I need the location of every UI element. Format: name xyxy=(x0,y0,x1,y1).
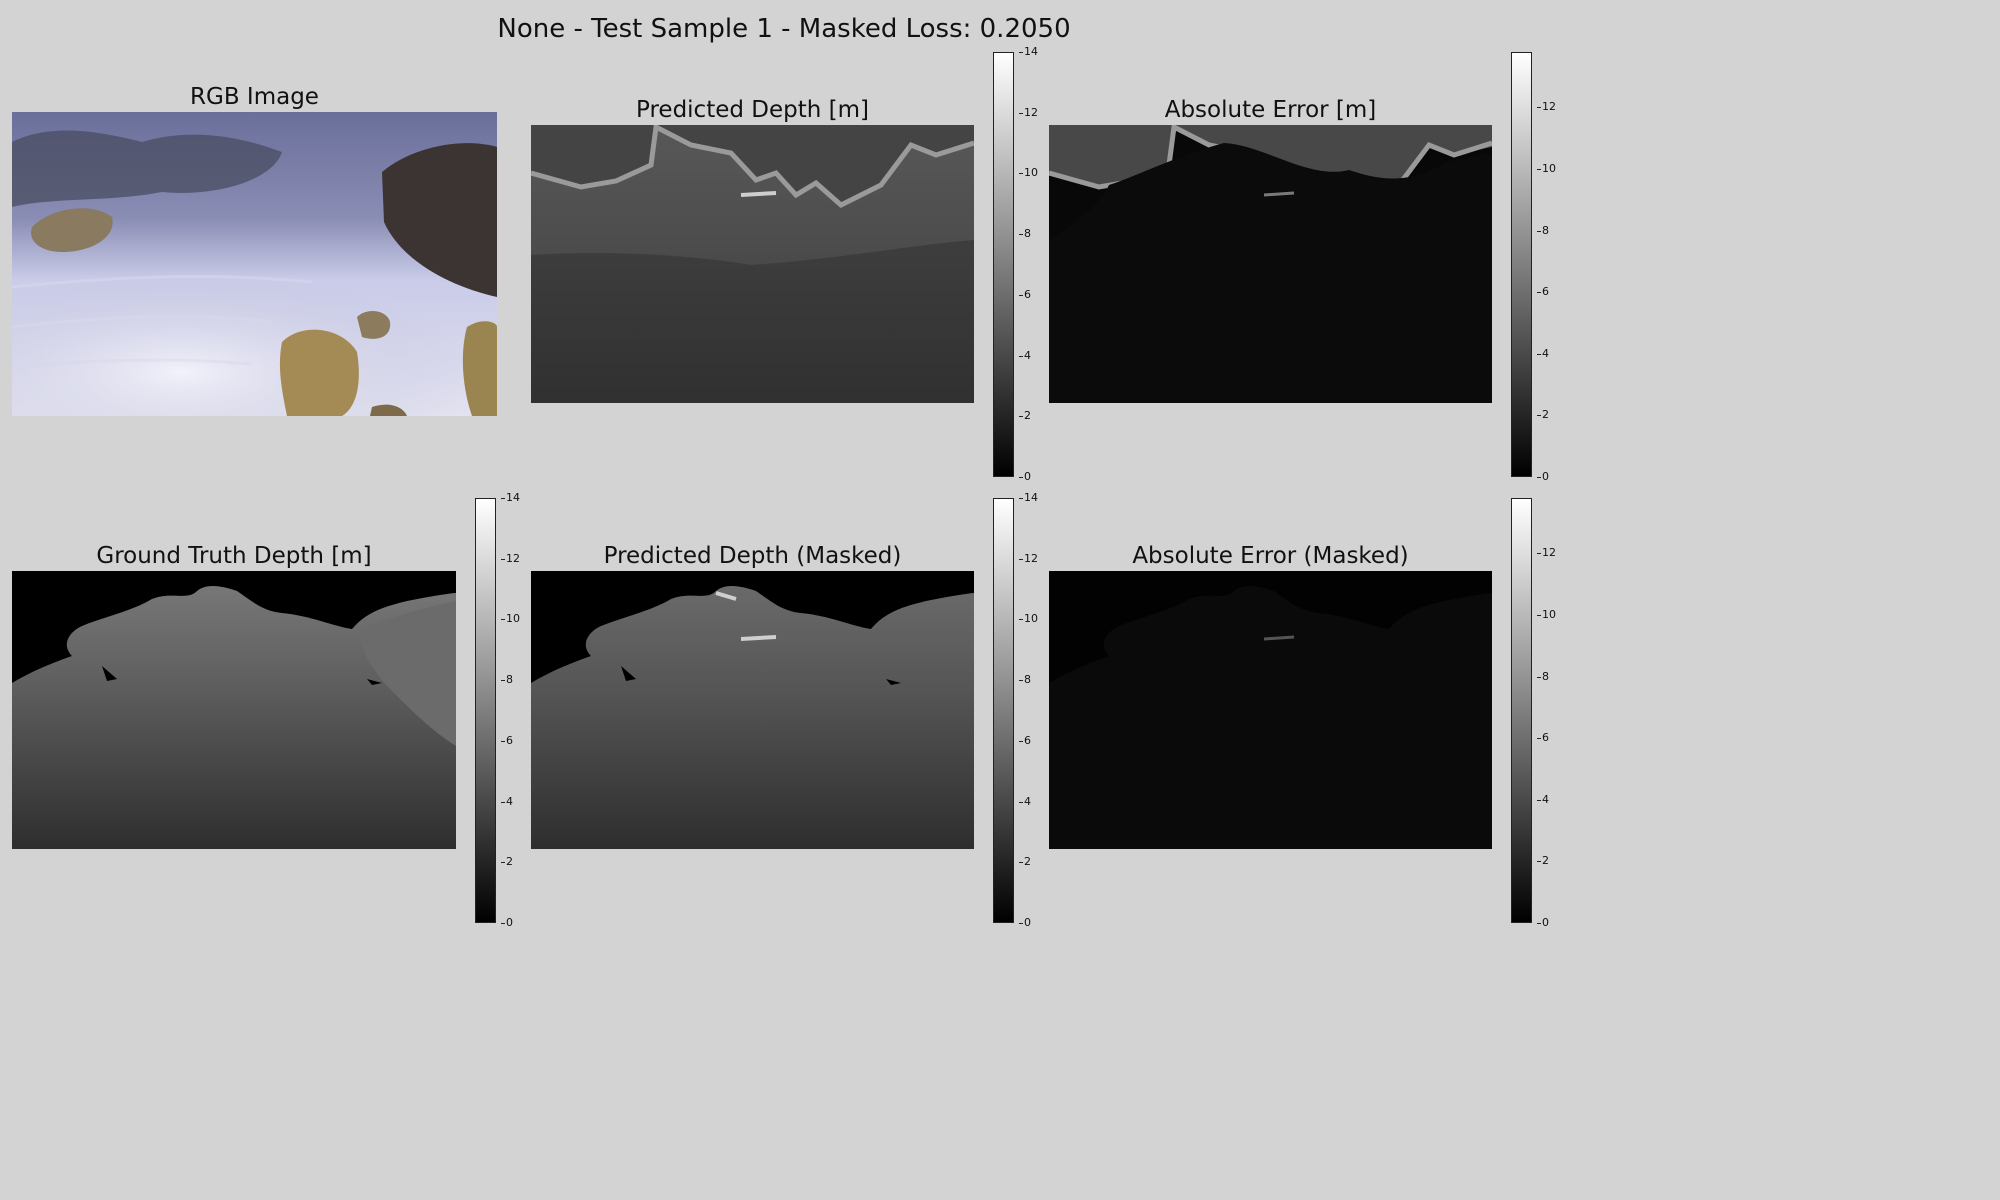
panel-title-absolute-error: Absolute Error [m] xyxy=(1164,97,1377,123)
panel-title-absolute-error-masked: Absolute Error (Masked) xyxy=(1132,543,1409,569)
cbar-tick: 8 xyxy=(1537,223,1549,237)
cbar-tick: 12 xyxy=(1019,105,1038,119)
predicted-depth-map xyxy=(531,125,974,403)
cbar-tick: 6 xyxy=(501,733,513,747)
figure-title: None - Test Sample 1 - Masked Loss: 0.20… xyxy=(497,14,1071,44)
rgb-image xyxy=(12,112,497,416)
cbar-tick: 14 xyxy=(501,491,520,504)
ground-truth-depth-map xyxy=(12,571,456,849)
colorbar-ticks-absolute-error: 0 2 4 6 8 10 12 xyxy=(1537,52,1568,483)
cbar-tick: 6 xyxy=(1537,285,1549,299)
cbar-tick: 6 xyxy=(1019,287,1031,301)
colorbar-predicted-depth-masked xyxy=(993,498,1014,923)
cbar-tick: 6 xyxy=(1537,731,1549,745)
colorbar-predicted-depth xyxy=(993,52,1014,477)
absolute-error-masked-map xyxy=(1049,571,1492,849)
cbar-tick: 10 xyxy=(501,612,520,626)
rgb-image-svg xyxy=(12,112,497,416)
cbar-tick: 4 xyxy=(1019,794,1031,808)
absolute-error-masked-svg xyxy=(1049,571,1492,849)
cbar-tick: 6 xyxy=(1019,733,1031,747)
cbar-tick: 10 xyxy=(1537,608,1556,622)
cbar-tick: 2 xyxy=(1537,408,1549,422)
panel-title-rgb: RGB Image xyxy=(190,84,319,110)
cbar-tick: 2 xyxy=(501,855,513,869)
panel-title-ground-truth-depth: Ground Truth Depth [m] xyxy=(96,543,372,569)
cbar-tick: 0 xyxy=(1537,916,1549,929)
predicted-depth-svg xyxy=(531,125,974,403)
cbar-tick: 8 xyxy=(1019,227,1031,241)
cbar-tick: 12 xyxy=(1537,546,1556,560)
colorbar-ticks-absolute-error-masked: 0 2 4 6 8 10 12 xyxy=(1537,498,1568,929)
cbar-tick: 12 xyxy=(1537,100,1556,114)
cbar-tick: 0 xyxy=(1019,470,1031,483)
cbar-tick: 0 xyxy=(1537,470,1549,483)
ground-truth-svg xyxy=(12,571,456,849)
cbar-tick: 2 xyxy=(1537,854,1549,868)
panel-title-predicted-depth-masked: Predicted Depth (Masked) xyxy=(603,543,902,569)
predicted-depth-masked-svg xyxy=(531,571,974,849)
predicted-depth-masked-map xyxy=(531,571,974,849)
colorbar-absolute-error xyxy=(1511,52,1532,477)
cbar-tick: 0 xyxy=(501,916,513,929)
cbar-tick: 0 xyxy=(1019,916,1031,929)
cbar-tick: 14 xyxy=(1019,491,1038,504)
cbar-tick: 8 xyxy=(501,673,513,687)
colorbar-ticks-predicted-depth-masked: 0 2 4 6 8 10 12 14 xyxy=(1019,492,1044,929)
cbar-tick: 4 xyxy=(1019,348,1031,362)
cbar-tick: 4 xyxy=(501,794,513,808)
cbar-tick: 8 xyxy=(1019,673,1031,687)
absolute-error-map xyxy=(1049,125,1492,403)
cbar-tick: 4 xyxy=(1537,792,1549,806)
cbar-tick: 8 xyxy=(1537,669,1549,683)
colorbar-absolute-error-masked xyxy=(1511,498,1532,923)
panel-title-predicted-depth: Predicted Depth [m] xyxy=(636,97,869,123)
cbar-tick: 2 xyxy=(1019,855,1031,869)
cbar-tick: 10 xyxy=(1019,166,1038,180)
cbar-tick: 4 xyxy=(1537,346,1549,360)
colorbar-ground-truth-depth xyxy=(475,498,496,923)
colorbar-ticks-ground-truth-depth: 0 2 4 6 8 10 12 14 xyxy=(501,492,526,929)
absolute-error-svg xyxy=(1049,125,1492,403)
cbar-tick: 14 xyxy=(1019,45,1038,58)
cbar-tick: 10 xyxy=(1537,162,1556,176)
cbar-tick: 12 xyxy=(501,551,520,565)
cbar-tick: 10 xyxy=(1019,612,1038,626)
cbar-tick: 12 xyxy=(1019,551,1038,565)
cbar-tick: 2 xyxy=(1019,409,1031,423)
